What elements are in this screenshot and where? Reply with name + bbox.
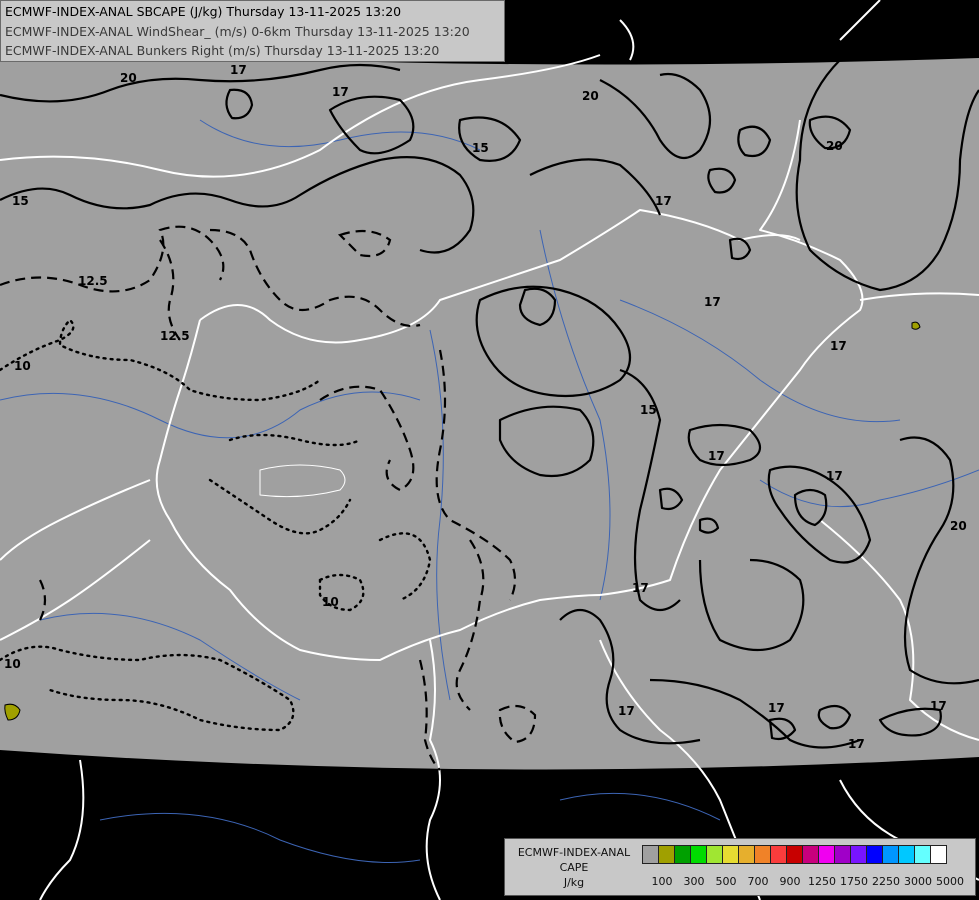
legend-swatch [674, 845, 691, 864]
legend-swatch [882, 845, 899, 864]
contour-label: 17 [632, 581, 649, 595]
legend-swatch [738, 845, 755, 864]
contour-label: 17 [848, 737, 865, 751]
legend-swatch [658, 845, 675, 864]
contour-label: 17 [708, 449, 725, 463]
legend-title-model: ECMWF-INDEX-ANAL [517, 846, 631, 859]
legend-swatch [722, 845, 739, 864]
contour-label: 15 [472, 141, 489, 155]
legend-tick-label: 5000 [936, 875, 964, 888]
map-title-box: ECMWF-INDEX-ANAL SBCAPE (J/kg) Thursday … [0, 0, 505, 62]
legend-title-parameter: CAPE [559, 861, 589, 874]
legend-swatch [818, 845, 835, 864]
legend-tick-label: 1750 [840, 875, 868, 888]
legend-tick-label: 500 [715, 875, 737, 888]
legend-swatch [930, 845, 947, 864]
legend-swatch [754, 845, 771, 864]
contour-label: 17 [704, 295, 721, 309]
legend-tick-label: 100 [651, 875, 673, 888]
legend-swatch [802, 845, 819, 864]
contour-label: 12.5 [78, 274, 108, 288]
contour-label: 17 [332, 85, 349, 99]
legend-tick-label: 3000 [904, 875, 932, 888]
contour-label: 20 [582, 89, 599, 103]
legend-swatch [834, 845, 851, 864]
contour-label: 20 [826, 139, 843, 153]
legend-swatch [898, 845, 915, 864]
legend-swatch [914, 845, 931, 864]
legend-tick-label: 1250 [808, 875, 836, 888]
legend-swatch [706, 845, 723, 864]
legend-color-scale [642, 845, 947, 864]
contour-label: 17 [618, 704, 635, 718]
legend-swatch [770, 845, 787, 864]
title-windshear: ECMWF-INDEX-ANAL WindShear_ (m/s) 0-6km … [5, 24, 470, 39]
contour-label: 17 [655, 194, 672, 208]
contour-label: 20 [120, 71, 137, 85]
contour-label: 10 [14, 359, 31, 373]
cape-legend: ECMWF-INDEX-ANAL CAPE J/kg 100 300 500 700 9… [504, 838, 976, 896]
legend-tick-label: 2250 [872, 875, 900, 888]
contour-label: 20 [950, 519, 967, 533]
legend-swatch [850, 845, 867, 864]
legend-swatch [690, 845, 707, 864]
title-sbcape: ECMWF-INDEX-ANAL SBCAPE (J/kg) Thursday … [5, 4, 402, 19]
contour-label: 15 [640, 403, 657, 417]
legend-swatch [786, 845, 803, 864]
legend-tick-label: 700 [747, 875, 769, 888]
weather-map: 20 17 17 20 15 15 17 20 12.5 12.5 10 17 … [0, 0, 979, 900]
contour-label: 17 [230, 63, 247, 77]
legend-tick-labels: 100 300 500 700 900 1250 1750 2250 3000 5000 [642, 875, 972, 889]
contour-label: 10 [4, 657, 21, 671]
legend-title-unit: J/kg [563, 876, 585, 889]
contour-label: 17 [830, 339, 847, 353]
legend-swatch [642, 845, 659, 864]
contour-label: 17 [826, 469, 843, 483]
title-bunkers: ECMWF-INDEX-ANAL Bunkers Right (m/s) Thu… [5, 43, 440, 58]
contour-label: 17 [930, 699, 947, 713]
legend-tick-label: 300 [683, 875, 705, 888]
contour-label: 12.5 [160, 329, 190, 343]
contour-label: 10 [322, 595, 339, 609]
contour-label: 15 [12, 194, 29, 208]
contour-label: 17 [768, 701, 785, 715]
legend-swatch [866, 845, 883, 864]
legend-tick-label: 900 [779, 875, 801, 888]
